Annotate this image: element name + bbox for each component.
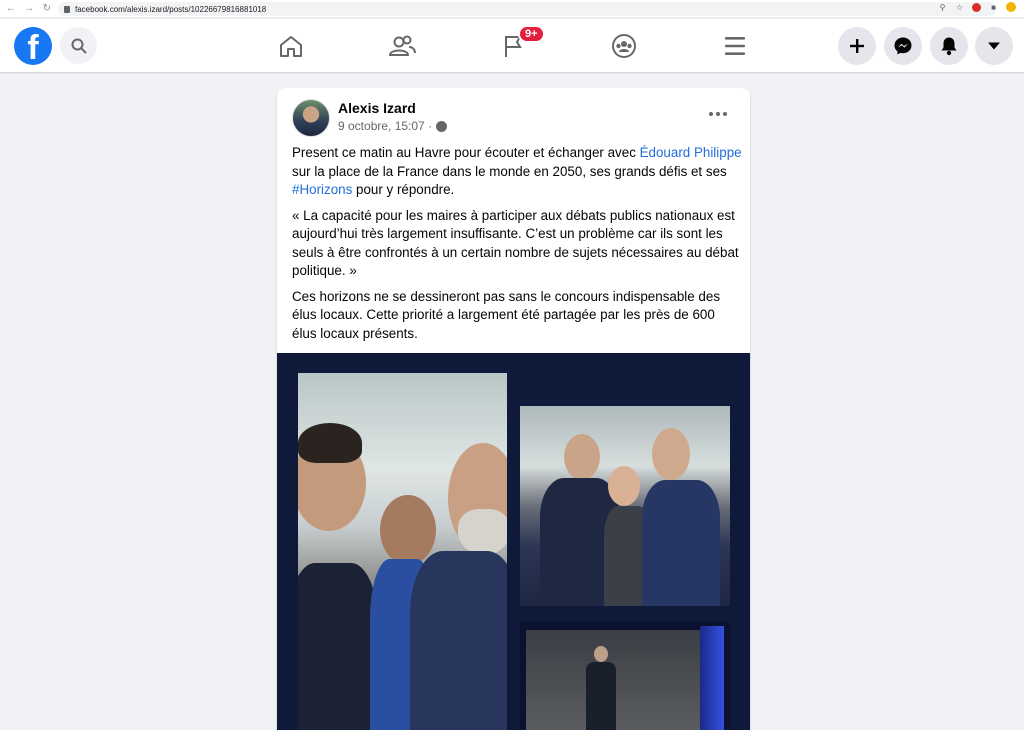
notifications-button[interactable]: [930, 27, 968, 65]
messenger-button[interactable]: [884, 27, 922, 65]
messenger-icon: [894, 37, 912, 55]
groups-tab[interactable]: [609, 31, 639, 61]
menu-tab[interactable]: [720, 31, 750, 61]
person-head: [380, 495, 436, 565]
profile-avatar-icon[interactable]: [1006, 2, 1016, 12]
caret-down-icon: [988, 42, 1000, 50]
puzzle-icon[interactable]: ■: [989, 3, 998, 12]
search-icon: [71, 38, 86, 53]
lock-icon: [64, 5, 70, 13]
browser-toolbar: ← → ↻ facebook.com/alexis.izard/posts/10…: [0, 0, 1024, 18]
home-tab[interactable]: [276, 31, 306, 61]
more-options-button[interactable]: [705, 104, 731, 124]
person-suit: [642, 480, 720, 606]
person-suit: [298, 563, 378, 730]
person-head: [608, 466, 640, 506]
browser-extensions: ⚲ ☆ ■: [938, 2, 1016, 12]
friends-icon: [388, 35, 416, 56]
mention-link[interactable]: Édouard Philippe: [640, 145, 742, 160]
author-name[interactable]: Alexis Izard: [338, 100, 416, 116]
url-text: facebook.com/alexis.izard/posts/10226679…: [75, 4, 267, 14]
ellipsis-dot: [716, 112, 720, 116]
person-head: [652, 428, 690, 480]
photo-1[interactable]: [298, 373, 507, 730]
menu-icon: [725, 37, 745, 55]
photo-3[interactable]: [520, 622, 730, 730]
post-paragraph-1: Present ce matin au Havre pour écouter e…: [292, 144, 742, 200]
search-button[interactable]: [60, 27, 97, 64]
logo-letter: f: [27, 29, 39, 65]
post-paragraph-3: Ces horizons ne se dessineront pas sans …: [292, 288, 721, 341]
reload-icon[interactable]: ↻: [40, 2, 54, 16]
bell-icon: [941, 37, 957, 56]
post-paragraph-2: « La capacité pour les maires à particip…: [292, 207, 739, 279]
person-beard: [458, 509, 507, 555]
ellipsis-dot: [723, 112, 727, 116]
create-button[interactable]: [838, 27, 876, 65]
author-avatar[interactable]: [292, 99, 330, 137]
zoom-icon[interactable]: ⚲: [938, 3, 947, 12]
photo-2[interactable]: [520, 406, 730, 606]
hashtag-link[interactable]: #Horizons: [292, 182, 352, 197]
person-head: [564, 434, 600, 480]
account-button[interactable]: [975, 27, 1013, 65]
post-photos: [277, 353, 750, 730]
post-timestamp[interactable]: 9 octobre, 15:07 ·: [338, 119, 432, 133]
person-suit: [410, 551, 507, 730]
post-meta: 9 octobre, 15:07 ·: [338, 119, 448, 133]
adblock-icon[interactable]: [972, 2, 981, 12]
star-icon[interactable]: ☆: [955, 3, 964, 12]
post-body: Present ce matin au Havre pour écouter e…: [292, 144, 742, 350]
post-card: Alexis Izard 9 octobre, 15:07 · Present …: [277, 88, 750, 730]
person-hair: [298, 423, 362, 463]
speaker-body: [586, 662, 616, 730]
groups-icon: [612, 34, 636, 58]
friends-tab[interactable]: [387, 31, 417, 61]
stage-screen: [526, 630, 712, 730]
speaker-head: [594, 646, 608, 662]
text-segment: pour y répondre.: [352, 182, 455, 197]
address-bar[interactable]: facebook.com/alexis.izard/posts/10226679…: [58, 2, 996, 16]
text-segment: sur la place de la France dans le monde …: [292, 163, 727, 179]
stage-light: [700, 626, 724, 730]
globe-icon: [436, 120, 448, 132]
facebook-logo[interactable]: f: [14, 27, 52, 65]
ellipsis-icon: [709, 112, 713, 116]
forward-icon[interactable]: →: [22, 2, 36, 16]
facebook-header: f 9+: [0, 19, 1024, 72]
notification-badge: 9+: [518, 25, 545, 43]
home-icon: [280, 36, 302, 57]
back-icon[interactable]: ←: [4, 2, 18, 16]
text-segment: Present ce matin au Havre pour écouter e…: [292, 145, 640, 160]
plus-icon: [850, 39, 864, 53]
